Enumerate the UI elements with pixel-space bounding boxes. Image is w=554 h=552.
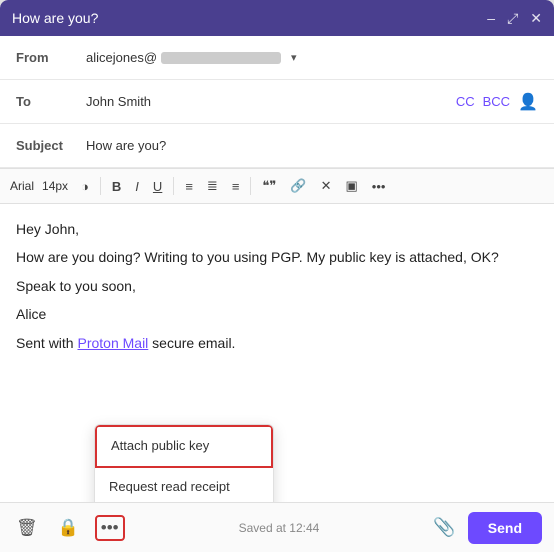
footer-right-actions: 📎 Send [433,512,542,544]
saved-text: Saved at 12:44 [239,521,320,535]
proton-mail-link[interactable]: Proton Mail [77,335,148,351]
add-contact-icon[interactable]: 👤 [518,92,538,112]
body-line4: Alice [16,303,538,325]
compose-body[interactable]: Hey John, How are you doing? Writing to … [0,204,554,502]
toolbar-separator-3 [250,177,251,195]
subject-label: Subject [16,138,86,153]
toolbar-separator-1 [100,177,101,195]
more-options-icon: ••• [101,518,119,538]
request-read-receipt-label: Request read receipt [109,477,230,498]
request-read-receipt-item[interactable]: Request read receipt [95,468,273,502]
sent-with-prefix: Sent with [16,335,77,351]
font-size-selector[interactable]: 14px [42,179,68,193]
image-button[interactable]: ▣ [341,175,363,197]
quote-button[interactable]: ❝❞ [257,175,281,197]
delete-draft-button[interactable]: 🗑 [12,514,42,542]
bullet-list-button[interactable]: ≡ [180,176,198,197]
from-row: From alicejones@ ▾ [0,36,554,80]
attach-public-key-item[interactable]: Attach public key [95,425,273,468]
align-button[interactable]: ≡ [227,176,245,197]
bcc-button[interactable]: BCC [483,94,510,109]
attachment-button[interactable]: 📎 [433,517,455,538]
subject-value[interactable]: How are you? [86,138,538,153]
toolbar-separator-2 [173,177,174,195]
titlebar: How are you? – ⤢ ✕ [0,0,554,36]
ordered-list-button[interactable]: ≣ [202,175,223,197]
body-line3: Speak to you soon, [16,275,538,297]
link-button[interactable]: 🔗 [285,175,311,197]
header-fields: From alicejones@ ▾ To John Smith CC BCC … [0,36,554,169]
more-options-button[interactable]: ••• [95,515,125,541]
to-value[interactable]: John Smith [86,94,456,109]
compose-window: How are you? – ⤢ ✕ From alicejones@ ▾ To… [0,0,554,552]
titlebar-controls: – ⤢ ✕ [487,10,542,27]
sent-with-suffix: secure email. [148,335,235,351]
clear-format-button[interactable]: ✕ [316,175,337,197]
send-button[interactable]: Send [468,512,542,544]
expand-button[interactable]: ⤢ [507,10,518,27]
footer-left-actions: 🗑 🔒 ••• [12,514,125,542]
minimize-button[interactable]: – [487,10,495,26]
toolbar-more-button[interactable]: ••• [367,176,391,197]
from-value[interactable]: alicejones@ ▾ [86,50,297,65]
options-popup-menu: Attach public key Request read receipt ⧗… [94,424,274,502]
underline-button[interactable]: U [148,176,167,197]
lock-button[interactable]: 🔒 [54,514,83,542]
to-row: To John Smith CC BCC 👤 [0,80,554,124]
body-line5: Sent with Proton Mail secure email. [16,332,538,354]
from-dropdown-icon[interactable]: ▾ [291,51,297,64]
from-email-prefix: alicejones@ [86,50,157,65]
footer-saved-status: Saved at 12:44 [125,521,434,535]
attach-public-key-label: Attach public key [111,436,209,457]
cc-button[interactable]: CC [456,94,475,109]
to-label: To [16,94,86,109]
italic-button[interactable]: I [130,176,144,197]
body-line1: Hey John, [16,218,538,240]
formatting-toolbar: Arial 14px ◑ B I U ≡ ≣ ≡ ❝❞ 🔗 ✕ ▣ ••• [0,169,554,204]
contrast-button[interactable]: ◑ [76,176,94,197]
from-label: From [16,50,86,65]
body-line2: How are you doing? Writing to you using … [16,246,538,268]
from-email-blurred [161,52,281,64]
close-button[interactable]: ✕ [530,10,542,27]
to-extras: CC BCC 👤 [456,92,538,112]
subject-row: Subject How are you? [0,124,554,168]
window-title: How are you? [12,10,98,26]
footer-bar: 🗑 🔒 ••• Saved at 12:44 📎 Send [0,502,554,552]
font-family-selector[interactable]: Arial [10,179,34,193]
bold-button[interactable]: B [107,176,126,197]
